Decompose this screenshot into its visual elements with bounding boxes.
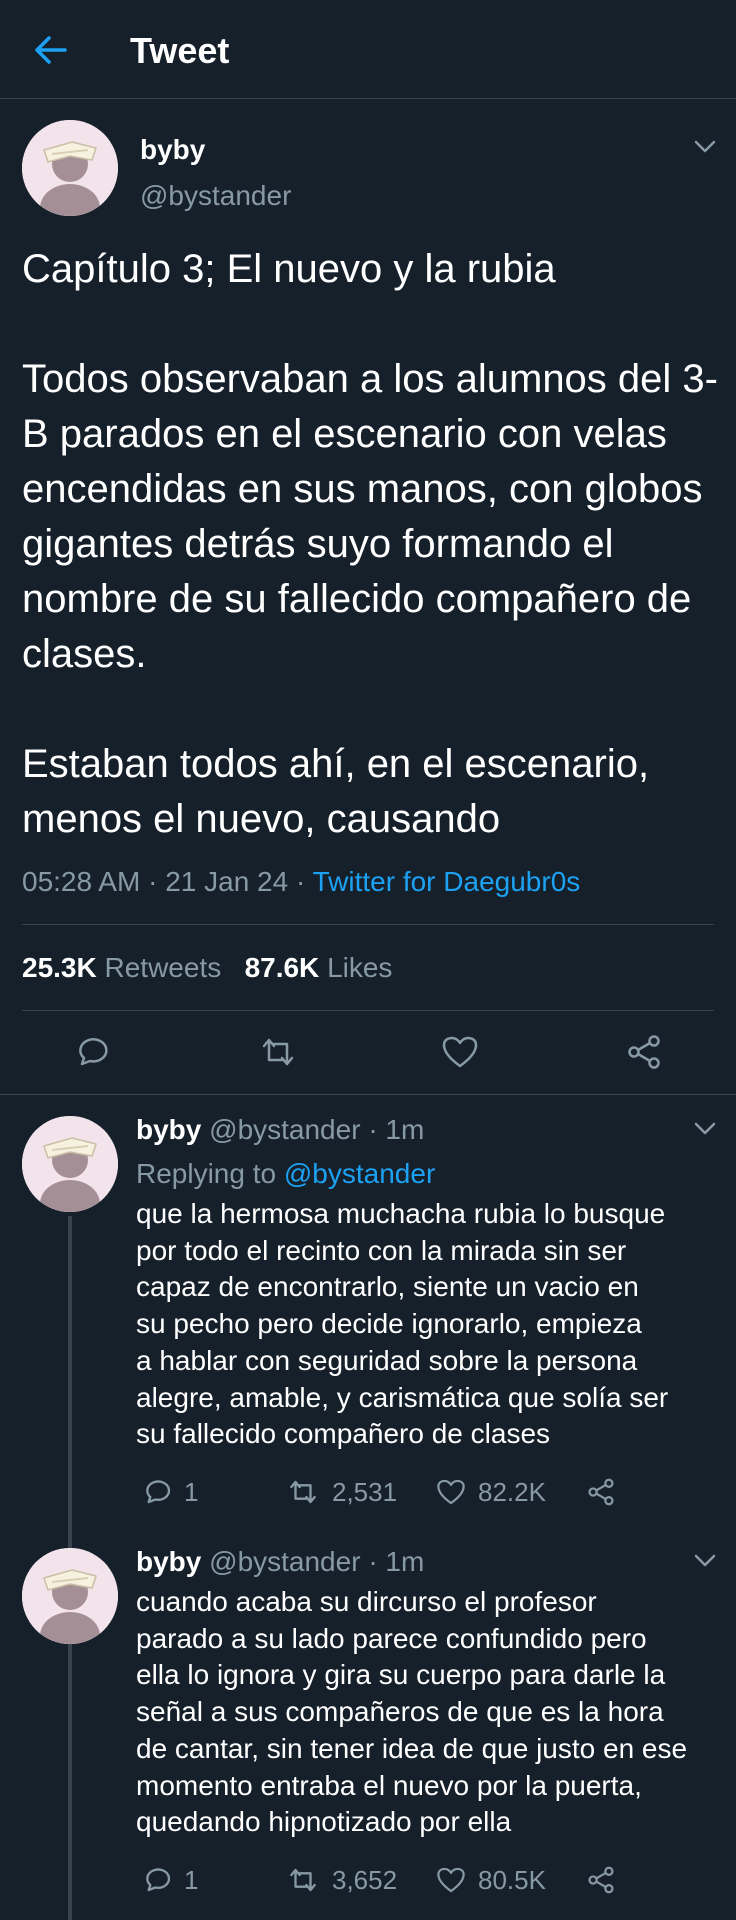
heart-icon bbox=[437, 1479, 465, 1505]
reply-button[interactable]: 1 bbox=[142, 1862, 198, 1898]
heart-icon bbox=[442, 1036, 478, 1068]
tweet-meta: 05:28 AM · 21 Jan 24 · Twitter for Daegu… bbox=[22, 864, 580, 900]
retweet-button[interactable] bbox=[258, 1032, 298, 1072]
avatar[interactable] bbox=[22, 1116, 118, 1212]
tweet-date: 21 Jan 24 bbox=[165, 866, 289, 897]
page-title: Tweet bbox=[130, 30, 230, 71]
like-button[interactable]: 80.5K bbox=[436, 1862, 546, 1898]
author-handle[interactable]: @bystander bbox=[209, 1546, 360, 1577]
avatar-image bbox=[22, 120, 118, 216]
like-count: 82.2K bbox=[478, 1476, 546, 1507]
author-name[interactable]: byby bbox=[136, 1546, 201, 1577]
likes-label: Likes bbox=[327, 952, 393, 983]
comment-icon bbox=[79, 1038, 108, 1066]
comment-icon bbox=[146, 1480, 171, 1504]
retweet-count: 3,652 bbox=[332, 1864, 398, 1895]
reply-text: que la hermosa muchacha rubia lo busque … bbox=[136, 1198, 669, 1450]
reply-text: cuando acaba su dircurso el profesor par… bbox=[136, 1586, 688, 1838]
like-button[interactable]: 82.2K bbox=[436, 1474, 546, 1510]
top-bar: Tweet bbox=[0, 0, 736, 99]
share-button[interactable] bbox=[624, 1032, 664, 1072]
chevron-down-icon bbox=[694, 1554, 716, 1567]
share-icon bbox=[628, 1035, 660, 1069]
reply-count: 1 bbox=[184, 1864, 199, 1895]
retweets-count: 25.3K bbox=[22, 952, 97, 983]
reply-header: byby @bystander · 1m bbox=[136, 1112, 424, 1148]
divider bbox=[22, 924, 714, 925]
retweet-icon bbox=[290, 1480, 316, 1504]
more-options-button[interactable] bbox=[692, 134, 718, 160]
tweet-source-link[interactable]: Twitter for Daegubr0s bbox=[313, 866, 581, 897]
likes-stat[interactable]: 87.6K Likes bbox=[245, 952, 393, 983]
chevron-down-icon bbox=[694, 140, 716, 153]
divider bbox=[22, 1010, 714, 1011]
arrow-left-icon bbox=[35, 36, 67, 64]
like-button[interactable] bbox=[440, 1032, 480, 1072]
reply-count: 1 bbox=[184, 1476, 199, 1507]
retweet-button[interactable]: 2,531 bbox=[286, 1474, 397, 1510]
meta-separator: · bbox=[295, 866, 306, 897]
reply-time: · 1m bbox=[368, 1546, 425, 1577]
retweets-stat[interactable]: 25.3K Retweets bbox=[22, 952, 221, 983]
retweet-button[interactable]: 3,652 bbox=[286, 1862, 397, 1898]
avatar[interactable] bbox=[22, 1548, 118, 1644]
retweet-count: 2,531 bbox=[332, 1476, 398, 1507]
replying-to-label: Replying to bbox=[136, 1158, 277, 1189]
more-options-button[interactable] bbox=[692, 1548, 718, 1574]
chevron-down-icon bbox=[694, 1122, 716, 1135]
heart-icon bbox=[437, 1867, 465, 1893]
share-button[interactable] bbox=[586, 1862, 628, 1898]
tweet-time: 05:28 AM bbox=[22, 866, 141, 897]
author-name[interactable]: byby bbox=[136, 1114, 201, 1145]
comment-icon bbox=[146, 1868, 171, 1892]
retweets-label: Retweets bbox=[104, 952, 222, 983]
retweet-icon bbox=[290, 1868, 316, 1892]
avatar-image bbox=[22, 1548, 118, 1644]
author-handle[interactable]: @bystander bbox=[209, 1114, 360, 1145]
tweet-stats: 25.3K Retweets 87.6K Likes bbox=[22, 950, 392, 986]
back-button[interactable] bbox=[30, 30, 70, 70]
reply-button[interactable] bbox=[72, 1032, 112, 1072]
replying-to-mention[interactable]: @bystander bbox=[284, 1158, 435, 1189]
share-button[interactable] bbox=[586, 1474, 628, 1510]
like-count: 80.5K bbox=[478, 1864, 546, 1895]
tweet-text: Capítulo 3; El nuevo y la rubia Todos ob… bbox=[22, 247, 718, 841]
share-icon bbox=[588, 1478, 614, 1506]
divider bbox=[0, 1094, 736, 1095]
reply-button[interactable]: 1 bbox=[142, 1474, 198, 1510]
author-handle[interactable]: @bystander bbox=[140, 180, 291, 212]
retweet-icon bbox=[262, 1038, 294, 1066]
reply-header: byby @bystander · 1m bbox=[136, 1544, 424, 1580]
author-name[interactable]: byby bbox=[140, 134, 205, 166]
avatar-image bbox=[22, 1116, 118, 1212]
likes-count: 87.6K bbox=[244, 952, 320, 983]
meta-separator: · bbox=[148, 866, 158, 897]
replying-to: Replying to @bystander bbox=[136, 1156, 435, 1192]
avatar[interactable] bbox=[22, 120, 118, 216]
share-icon bbox=[588, 1866, 614, 1894]
more-options-button[interactable] bbox=[692, 1116, 718, 1142]
reply-time: · 1m bbox=[368, 1114, 425, 1145]
